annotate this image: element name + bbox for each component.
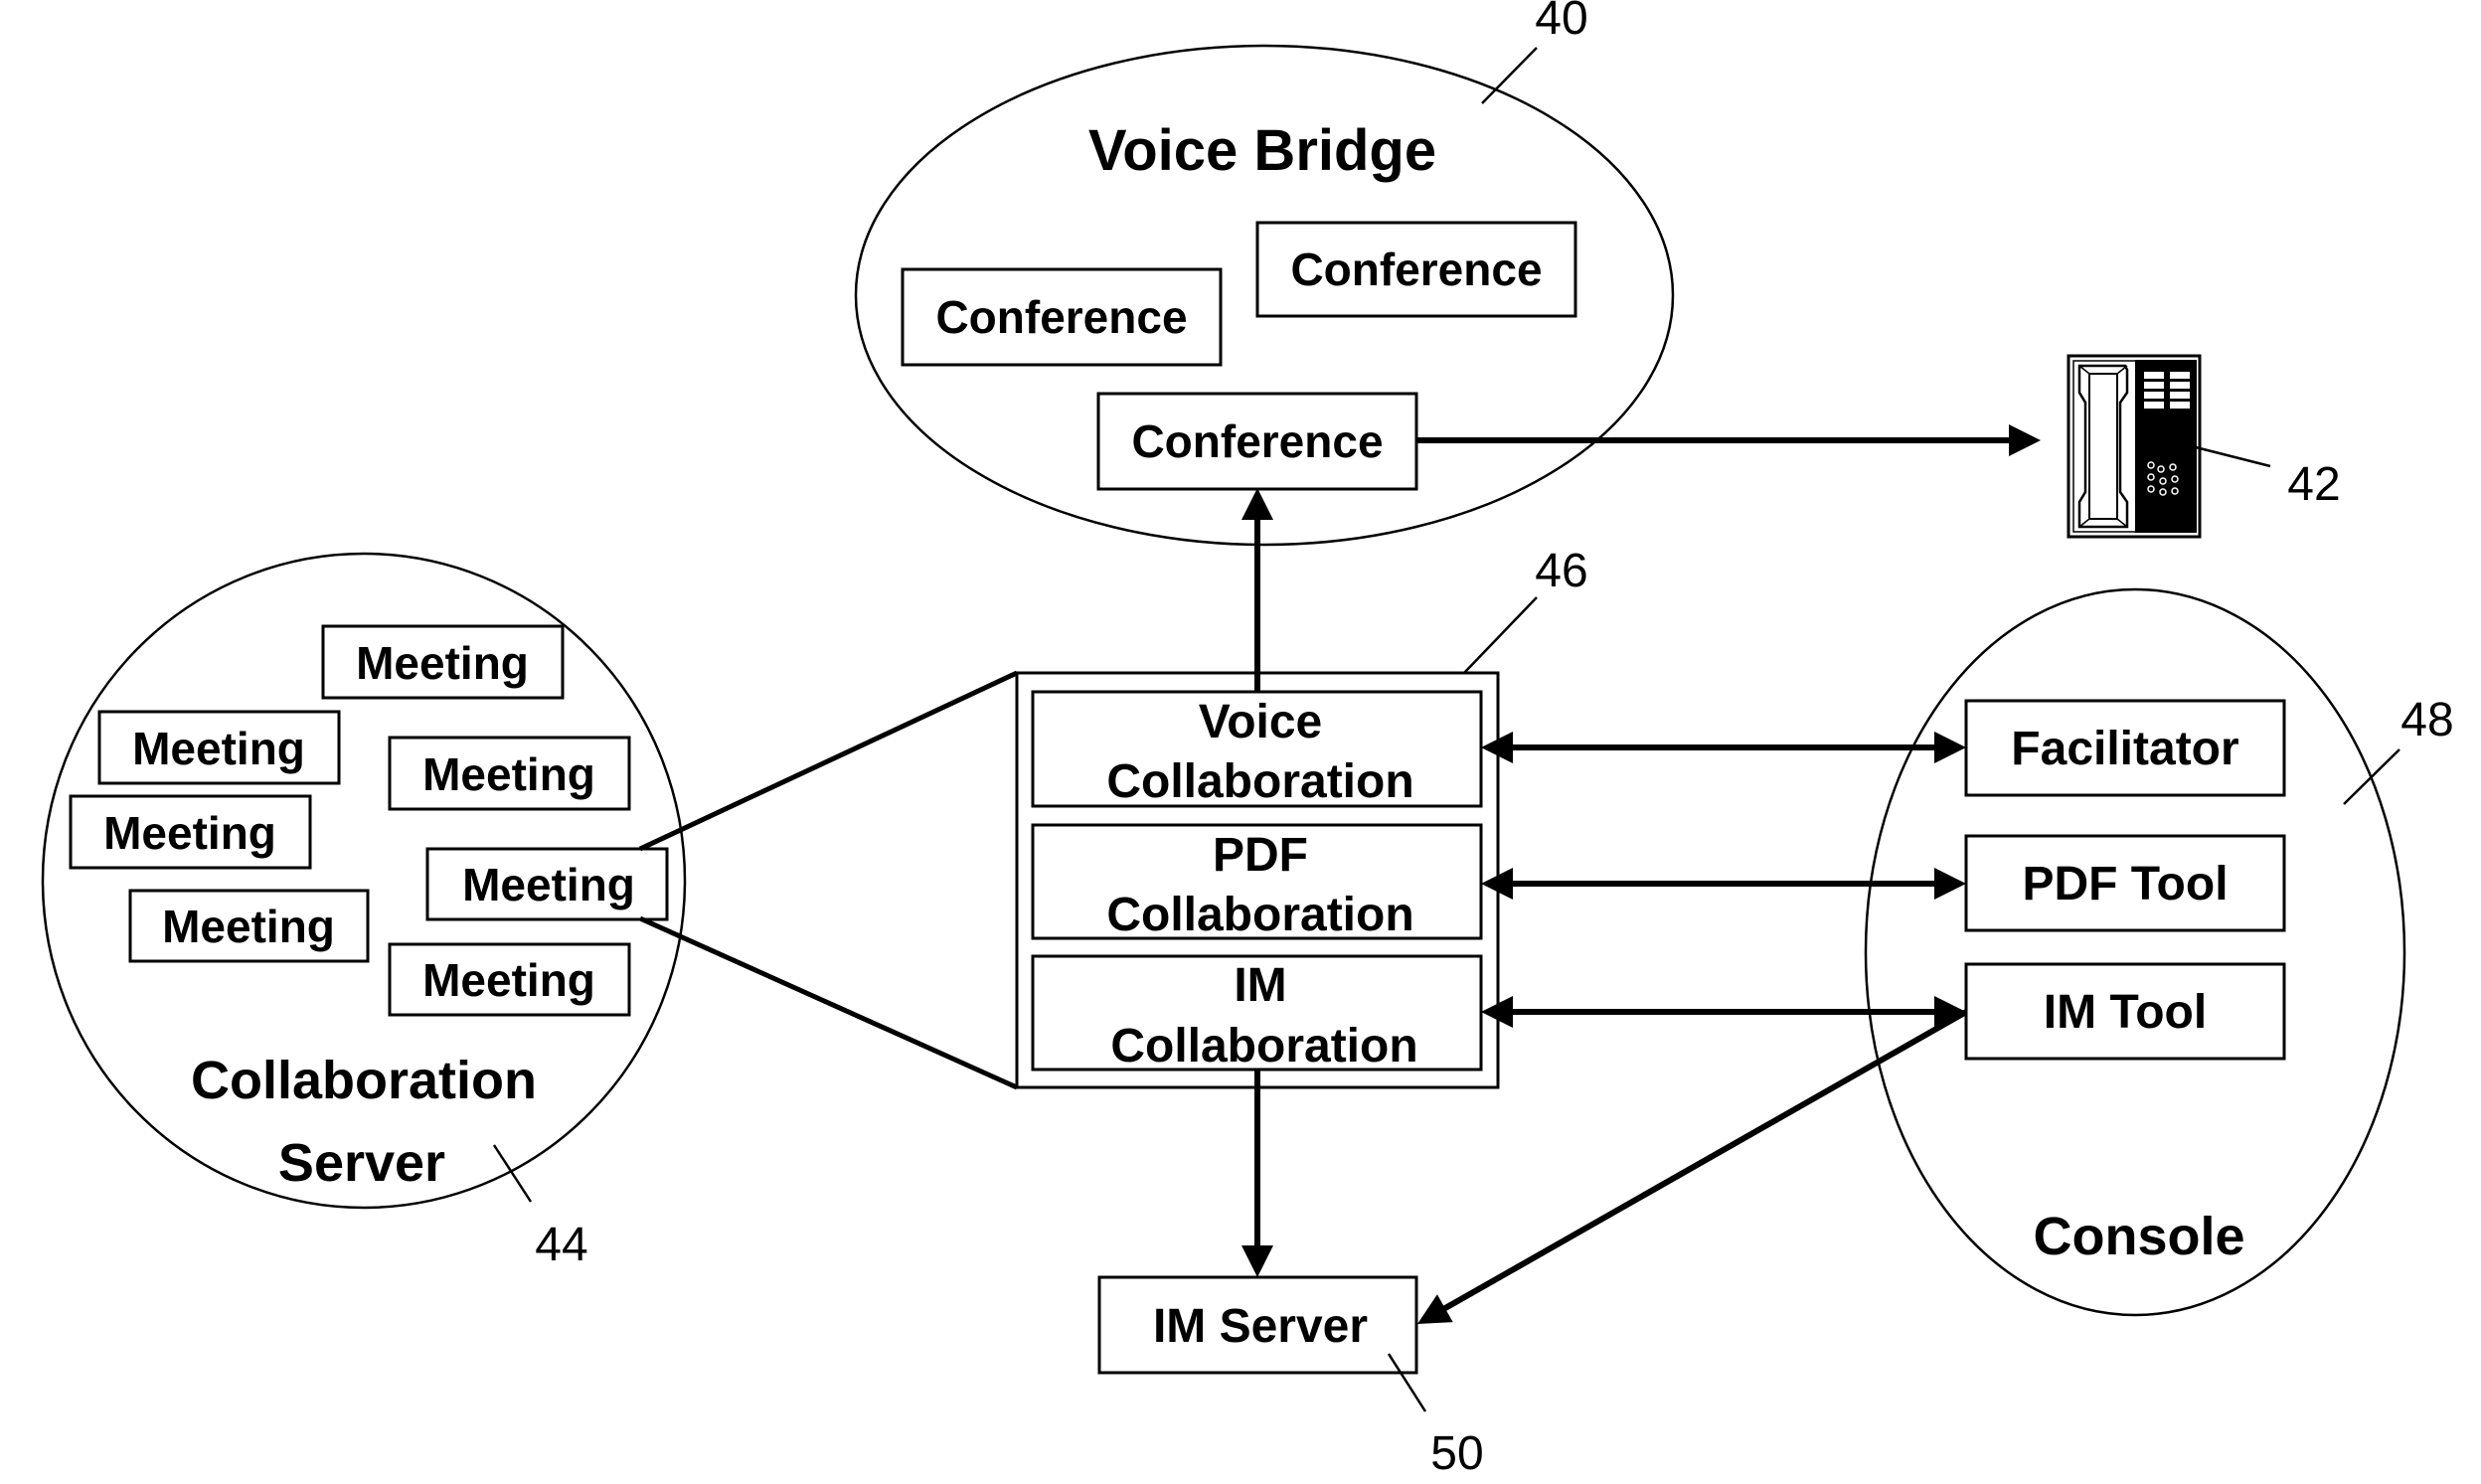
arrow-conference-to-phone-head <box>2009 424 2041 456</box>
im-collaboration-line1: IM <box>1234 959 1286 1012</box>
meeting-label: Meeting <box>422 748 595 800</box>
expansion-line-top <box>638 670 1019 852</box>
arrow-voice-collab-to-conference-head <box>1241 488 1273 520</box>
voice-bridge-group: Voice Bridge Conference Conference Confe… <box>854 0 1675 547</box>
pdf-collaboration-line2: Collaboration <box>1106 889 1413 941</box>
meeting-label: Meeting <box>103 807 276 859</box>
ref-number-46: 46 <box>1535 545 1587 597</box>
arrow-pdf-collab-pdf-tool-head <box>1934 868 1966 900</box>
voice-collaboration-box[interactable]: Voice Collaboration <box>1031 690 1483 808</box>
arrow-im-collab-to-im-server-head <box>1241 1245 1273 1277</box>
console-title: Console <box>2033 1207 2244 1266</box>
meeting-box[interactable]: Meeting <box>388 942 631 1017</box>
voice-collaboration-line1: Voice <box>1199 696 1323 748</box>
im-tool-box[interactable]: IM Tool <box>1964 962 2286 1061</box>
conference-label: Conference <box>1290 244 1542 295</box>
system-diagram: Voice Bridge Conference Conference Confe… <box>41 0 2454 1480</box>
expansion-line-bottom <box>638 915 1019 1090</box>
conference-box[interactable]: Conference <box>901 267 1223 367</box>
ref-number-44: 44 <box>535 1219 587 1271</box>
im-collaboration-box[interactable]: IM Collaboration <box>1031 954 1483 1072</box>
pdf-collaboration-box[interactable]: PDF Collaboration <box>1031 823 1483 941</box>
im-server-box[interactable]: IM Server <box>1097 1275 1418 1375</box>
meeting-label: Meeting <box>132 723 305 774</box>
collaboration-server-group: Meeting Meeting Meeting Meeting Meeting … <box>41 552 687 1271</box>
meeting-box-selected[interactable]: Meeting <box>425 847 669 921</box>
ref-leader-42 <box>2195 445 2271 468</box>
conference-box[interactable]: Conference <box>1255 221 1577 318</box>
collaboration-server-title-line2: Server <box>278 1133 445 1193</box>
meeting-label: Meeting <box>162 901 335 952</box>
meeting-label: Meeting <box>422 954 595 1006</box>
console-group: Facilitator PDF Tool IM Tool Console 48 <box>1864 587 2454 1317</box>
ref-leader-48 <box>2343 748 2400 805</box>
voice-collaboration-line2: Collaboration <box>1106 755 1413 808</box>
telephone-icon <box>2067 354 2202 539</box>
meeting-box[interactable]: Meeting <box>128 889 370 963</box>
facilitator-label: Facilitator <box>2011 723 2238 775</box>
im-server-label: IM Server <box>1153 1300 1368 1353</box>
conference-label: Conference <box>1131 415 1383 467</box>
pdf-tool-label: PDF Tool <box>2022 858 2228 910</box>
voice-bridge-title: Voice Bridge <box>1088 118 1436 183</box>
ref-number-48: 48 <box>2400 694 2453 746</box>
collaboration-server-title-line1: Collaboration <box>191 1051 537 1110</box>
meeting-label: Meeting <box>356 637 529 689</box>
pdf-collaboration-line1: PDF <box>1213 829 1308 882</box>
conference-box-active[interactable]: Conference <box>1096 392 1418 491</box>
meeting-box[interactable]: Meeting <box>97 710 341 785</box>
im-collaboration-line2: Collaboration <box>1110 1020 1417 1072</box>
conference-label: Conference <box>935 291 1187 343</box>
im-tool-label: IM Tool <box>2044 986 2207 1039</box>
facilitator-box[interactable]: Facilitator <box>1964 699 2286 797</box>
ref-number-40: 40 <box>1535 0 1587 45</box>
meeting-box[interactable]: Meeting <box>69 794 312 870</box>
ref-number-50: 50 <box>1430 1427 1483 1480</box>
ref-leader-46 <box>1463 596 1538 674</box>
arrow-im-tool-to-im-server <box>1439 1009 1968 1313</box>
meeting-label: Meeting <box>462 859 635 910</box>
ref-number-42: 42 <box>2287 458 2340 511</box>
meeting-box[interactable]: Meeting <box>321 624 565 700</box>
meeting-box[interactable]: Meeting <box>388 736 631 811</box>
ref-leader-44 <box>492 1144 533 1203</box>
pdf-tool-box[interactable]: PDF Tool <box>1964 834 2286 932</box>
arrow-voice-collab-facilitator-head <box>1934 732 1966 763</box>
